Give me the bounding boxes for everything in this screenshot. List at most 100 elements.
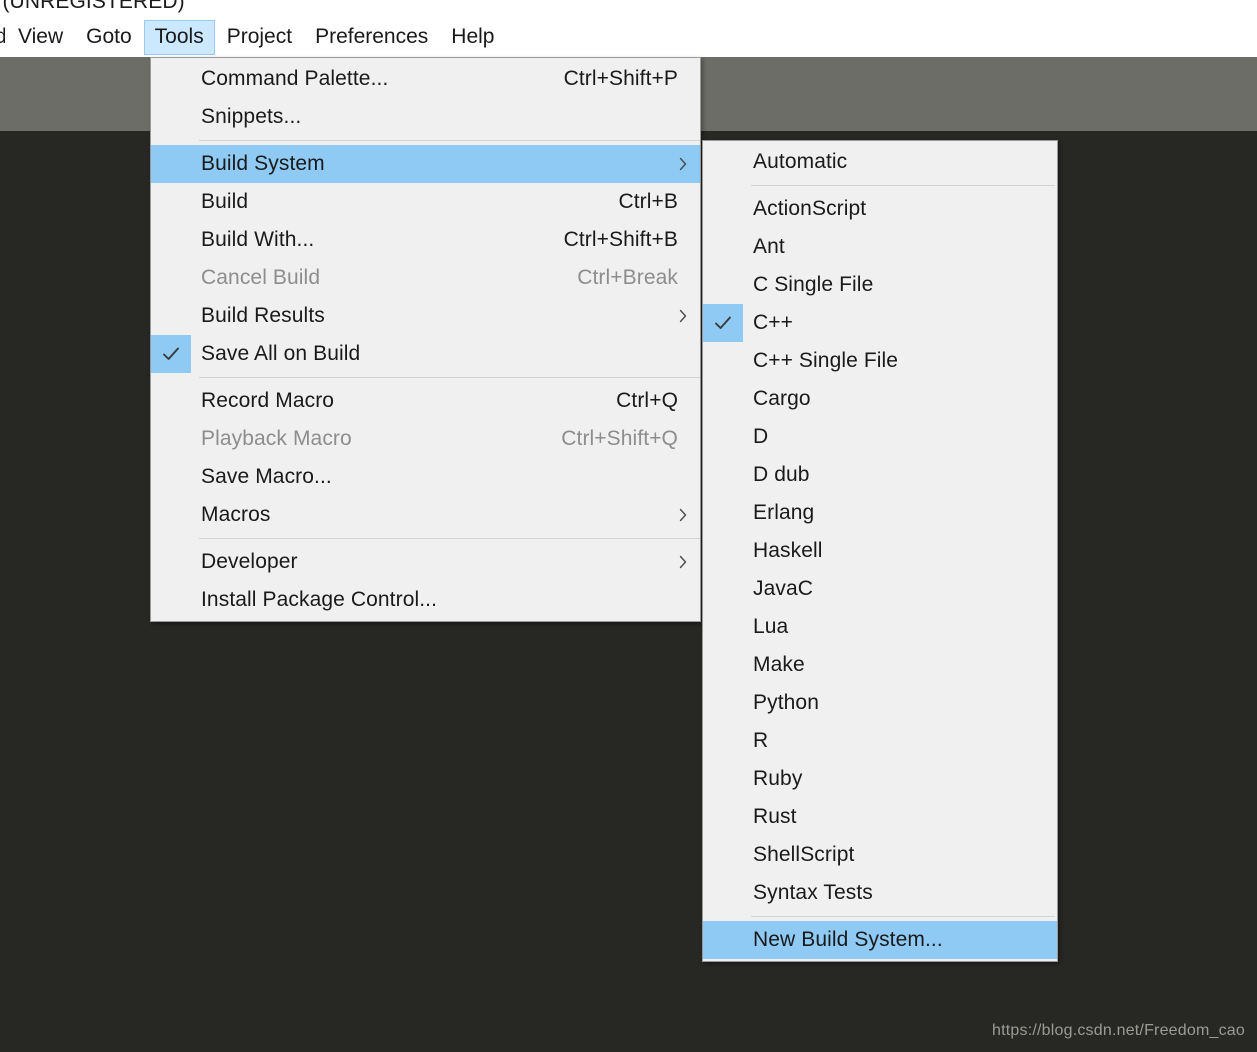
menubar-item-project[interactable]: Project [216, 20, 303, 55]
menu-bar: d View GotoTools Project Preferences Help [0, 18, 1257, 57]
menu-item-label: C++ Single File [743, 349, 1057, 373]
menu-item-label: Ruby [743, 767, 1057, 791]
menu-item-label: Lua [743, 615, 1057, 639]
menu-item-label: Command Palette... [191, 67, 564, 91]
menu-item-haskell[interactable]: Haskell [703, 532, 1057, 570]
menu-gutter [151, 183, 191, 221]
menu-separator [751, 185, 1055, 186]
menu-gutter [151, 221, 191, 259]
menu-item-build-system[interactable]: Build System [151, 145, 700, 183]
menu-gutter [703, 760, 743, 798]
menu-item-d[interactable]: D [703, 418, 1057, 456]
menu-item-label: Save All on Build [191, 342, 700, 366]
menu-item-snippets[interactable]: Snippets... [151, 98, 700, 136]
menu-item-install-package-control[interactable]: Install Package Control... [151, 581, 700, 619]
menu-item-shortcut: Ctrl+Shift+P [564, 67, 700, 91]
menu-item-build-results[interactable]: Build Results [151, 297, 700, 335]
menu-gutter [703, 266, 743, 304]
menu-item-label: R [743, 729, 1057, 753]
menu-item-python[interactable]: Python [703, 684, 1057, 722]
menu-item-label: Python [743, 691, 1057, 715]
menu-gutter [151, 382, 191, 420]
menu-item-javac[interactable]: JavaC [703, 570, 1057, 608]
menubar-item-goto[interactable]: Goto [75, 20, 143, 55]
menu-gutter [703, 570, 743, 608]
menu-gutter [703, 921, 743, 959]
menu-item-cplusplus[interactable]: C++ [703, 304, 1057, 342]
menubar-item-label: Preferences [315, 25, 428, 48]
menu-gutter [703, 456, 743, 494]
menu-item-ruby[interactable]: Ruby [703, 760, 1057, 798]
menu-item-actionscript[interactable]: ActionScript [703, 190, 1057, 228]
menu-item-syntax-tests[interactable]: Syntax Tests [703, 874, 1057, 912]
menu-item-label: Build With... [191, 228, 564, 252]
menu-item-build-with[interactable]: Build With...Ctrl+Shift+B [151, 221, 700, 259]
menu-item-label: C++ [743, 311, 1057, 335]
menu-item-label: Automatic [743, 150, 1057, 174]
menu-item-erlang[interactable]: Erlang [703, 494, 1057, 532]
menu-item-shortcut: Ctrl+Shift+Q [561, 427, 700, 451]
menu-item-c-single-file[interactable]: C Single File [703, 266, 1057, 304]
menu-separator [751, 916, 1055, 917]
menu-item-label: Install Package Control... [191, 588, 700, 612]
menu-item-command-palette[interactable]: Command Palette...Ctrl+Shift+P [151, 60, 700, 98]
menubar-item-view[interactable]: View [7, 20, 74, 55]
menu-item-lua[interactable]: Lua [703, 608, 1057, 646]
menu-item-label: Save Macro... [191, 465, 700, 489]
menu-gutter [151, 581, 191, 619]
menu-item-label: Macros [191, 503, 700, 527]
window-title: xt (UNREGISTERED) [0, 0, 185, 14]
menu-item-label: Erlang [743, 501, 1057, 525]
menubar-item-help[interactable]: Help [440, 20, 505, 55]
menu-item-build[interactable]: BuildCtrl+B [151, 183, 700, 221]
menu-item-make[interactable]: Make [703, 646, 1057, 684]
menu-item-label: Build System [191, 152, 700, 176]
menu-gutter [703, 380, 743, 418]
menu-item-label: ShellScript [743, 843, 1057, 867]
application-window: xt (UNREGISTERED) d View GotoTools Project P… [0, 0, 1257, 1052]
menu-item-d-dub[interactable]: D dub [703, 456, 1057, 494]
menu-item-save-all-on-build[interactable]: Save All on Build [151, 335, 700, 373]
menu-item-macros[interactable]: Macros [151, 496, 700, 534]
menu-item-automatic[interactable]: Automatic [703, 143, 1057, 181]
menubar-item-tools[interactable]: Tools [144, 20, 215, 55]
menu-item-save-macro[interactable]: Save Macro... [151, 458, 700, 496]
build-system-submenu[interactable]: Automatic ActionScriptAntC Single File C++… [702, 140, 1058, 962]
menu-gutter [151, 496, 191, 534]
chevron-right-icon [678, 507, 688, 523]
menu-gutter [151, 98, 191, 136]
chevron-right-icon [678, 308, 688, 324]
menubar-item-label: View [18, 25, 63, 48]
menu-gutter [703, 418, 743, 456]
tools-dropdown-menu[interactable]: Command Palette...Ctrl+Shift+PSnippets..… [150, 57, 701, 622]
menu-item-new-build-system[interactable]: New Build System... [703, 921, 1057, 959]
menu-item-label: Haskell [743, 539, 1057, 563]
check-icon [151, 335, 191, 373]
menu-item-label: New Build System... [743, 928, 1057, 952]
menu-gutter [703, 684, 743, 722]
menu-gutter [151, 297, 191, 335]
menu-item-rust[interactable]: Rust [703, 798, 1057, 836]
menubar-item-label: Project [227, 25, 292, 48]
menu-item-shortcut: Ctrl+Shift+B [564, 228, 700, 252]
menu-item-cplusplus-single-file[interactable]: C++ Single File [703, 342, 1057, 380]
menu-item-label: Developer [191, 550, 700, 574]
chevron-right-icon [678, 554, 688, 570]
menu-item-developer[interactable]: Developer [151, 543, 700, 581]
menu-item-ant[interactable]: Ant [703, 228, 1057, 266]
menu-gutter [703, 874, 743, 912]
menu-item-label: Syntax Tests [743, 881, 1057, 905]
menubar-item-clipped[interactable]: d [0, 20, 6, 55]
menubar-item-label: Help [451, 25, 494, 48]
menu-item-record-macro[interactable]: Record MacroCtrl+Q [151, 382, 700, 420]
menu-item-shellscript[interactable]: ShellScript [703, 836, 1057, 874]
menu-item-cargo[interactable]: Cargo [703, 380, 1057, 418]
menu-item-r[interactable]: R [703, 722, 1057, 760]
menu-gutter [151, 543, 191, 581]
menu-item-label: Cancel Build [191, 266, 577, 290]
menubar-item-preferences[interactable]: Preferences [304, 20, 439, 55]
menu-gutter [703, 342, 743, 380]
watermark-text: https://blog.csdn.net/Freedom_cao [992, 1022, 1245, 1040]
menu-separator [199, 377, 700, 378]
menu-gutter [151, 259, 191, 297]
